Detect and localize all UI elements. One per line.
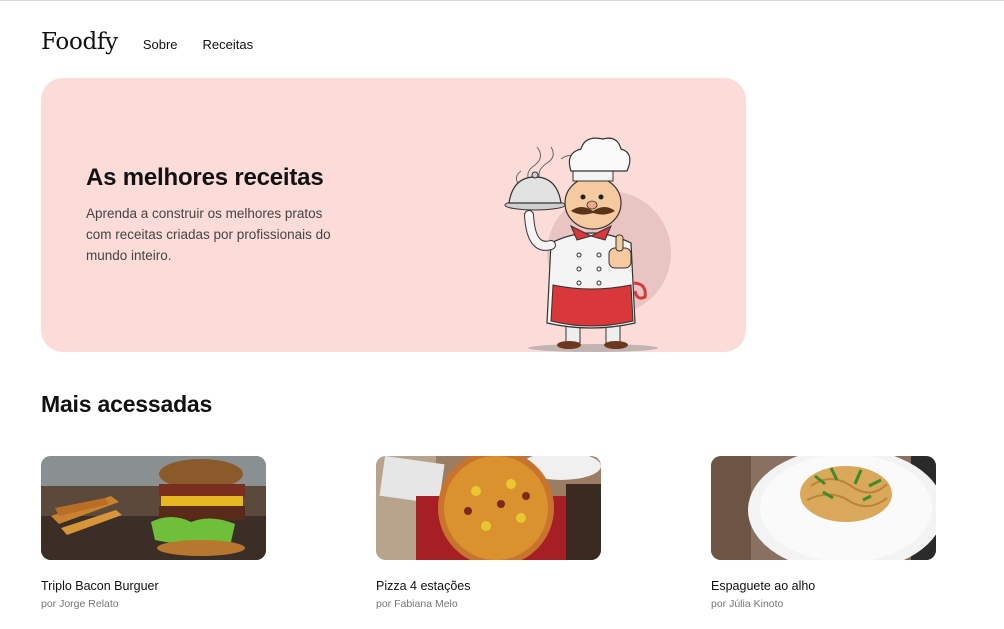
site-header: Foodfy Sobre Receitas xyxy=(41,29,278,55)
nav-link-receitas[interactable]: Receitas xyxy=(203,37,254,52)
recipe-author: por Fabiana Melo xyxy=(376,598,458,610)
recipe-author: por Jorge Relato xyxy=(41,598,119,610)
spaghetti-photo[interactable] xyxy=(711,456,936,560)
hero-title: As melhores receitas xyxy=(86,164,324,191)
burger-photo[interactable] xyxy=(41,456,266,560)
recipe-card[interactable]: Triplo Bacon Burguer por Jorge Relato xyxy=(41,456,266,610)
site-logo[interactable]: Foodfy xyxy=(41,29,118,55)
section-title-mais-acessadas: Mais acessadas xyxy=(41,391,213,417)
hero-banner: As melhores receitas Aprenda a construir… xyxy=(41,78,746,352)
recipe-title[interactable]: Triplo Bacon Burguer xyxy=(41,579,266,593)
recipe-card[interactable]: Espaguete ao alho por Júlia Kinoto xyxy=(711,456,936,610)
pizza-photo[interactable] xyxy=(376,456,601,560)
nav-link-sobre[interactable]: Sobre xyxy=(143,37,178,52)
recipe-title[interactable]: Espaguete ao alho xyxy=(711,579,936,593)
chef-illustration xyxy=(504,137,671,352)
recipe-author: por Júlia Kinoto xyxy=(711,598,784,610)
recipe-title[interactable]: Pizza 4 estações xyxy=(376,579,601,593)
hero-description: Aprenda a construir os melhores pratos c… xyxy=(86,206,331,263)
recipe-card[interactable]: Pizza 4 estações por Fabiana Melo xyxy=(376,456,601,610)
